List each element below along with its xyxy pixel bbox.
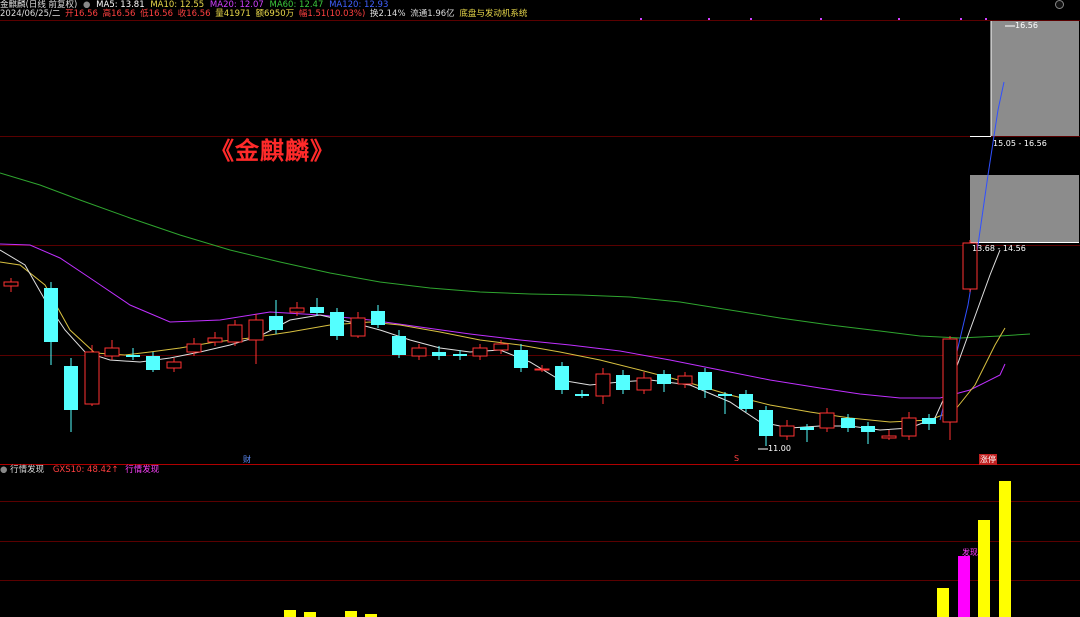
candle [310,298,324,316]
candle [718,392,732,414]
low-price-label: 11.00 [768,444,791,453]
candle [595,368,611,404]
indicator-settings-icon[interactable]: ● [0,465,7,475]
marker-cai[interactable]: 财 [243,454,251,465]
indicator-bar [978,520,990,617]
banner-title: 《金麒麟》 [210,137,335,165]
indicator-bar [304,612,316,617]
range-label-lower: 13.68 - 14.56 [972,244,1026,253]
indicator-series-label: 行情发现 [125,465,160,475]
candle [819,408,835,432]
ma20-line [0,243,1006,399]
candle [64,358,78,432]
top-tick-marks [640,18,987,20]
candle [861,422,875,444]
indicator-bar [345,611,357,617]
candle [248,314,264,364]
candle [84,345,100,406]
candle [881,430,897,440]
candle [227,320,243,346]
candle [636,372,652,394]
indicator-header: ● 行情发现 GXS10: 48.42↑ 行情发现 [0,465,159,476]
candle [779,420,795,440]
candle [411,344,427,360]
candle [350,312,366,338]
candle [657,370,671,392]
candle [186,338,202,356]
candle [371,305,385,328]
indicator-bar [999,481,1011,617]
marker-s[interactable]: S [734,454,739,463]
candle [3,278,19,292]
candle [922,414,936,430]
candle [104,340,120,360]
indicator-bar [958,556,970,617]
candle [330,308,344,340]
candle [472,344,488,360]
fa-xian-label: 发现 [962,548,978,557]
candle [269,300,283,334]
candle [901,412,917,440]
candle [555,362,569,394]
candle [677,372,693,388]
grid-lines [0,20,1080,581]
ma60-line [0,172,1031,339]
candle [759,406,773,446]
indicator-bar [937,588,949,617]
candle [616,370,630,394]
candlesticks [3,240,978,446]
candle [575,390,589,398]
range-box-upper [991,21,1079,136]
indicator-value-arrow: ↑ [111,465,119,475]
candle [942,336,958,440]
indicator-name[interactable]: 行情发现 [10,465,44,475]
ma5-line [0,249,1001,431]
candle [207,332,223,346]
candle [739,390,753,412]
ma10-line [0,261,1006,423]
candle [126,348,140,360]
range-label-upper: 15.05 - 16.56 [993,139,1047,148]
high-price-label: 16.56 [1015,21,1038,30]
kline-chart[interactable] [0,0,1080,617]
marker-zhangting[interactable]: 涨停 [979,454,997,465]
candle [166,358,182,372]
candle [514,344,528,372]
candle [44,282,58,365]
indicator-bar [284,610,296,617]
indicator-value: GXS10: 48.42 [52,465,112,475]
